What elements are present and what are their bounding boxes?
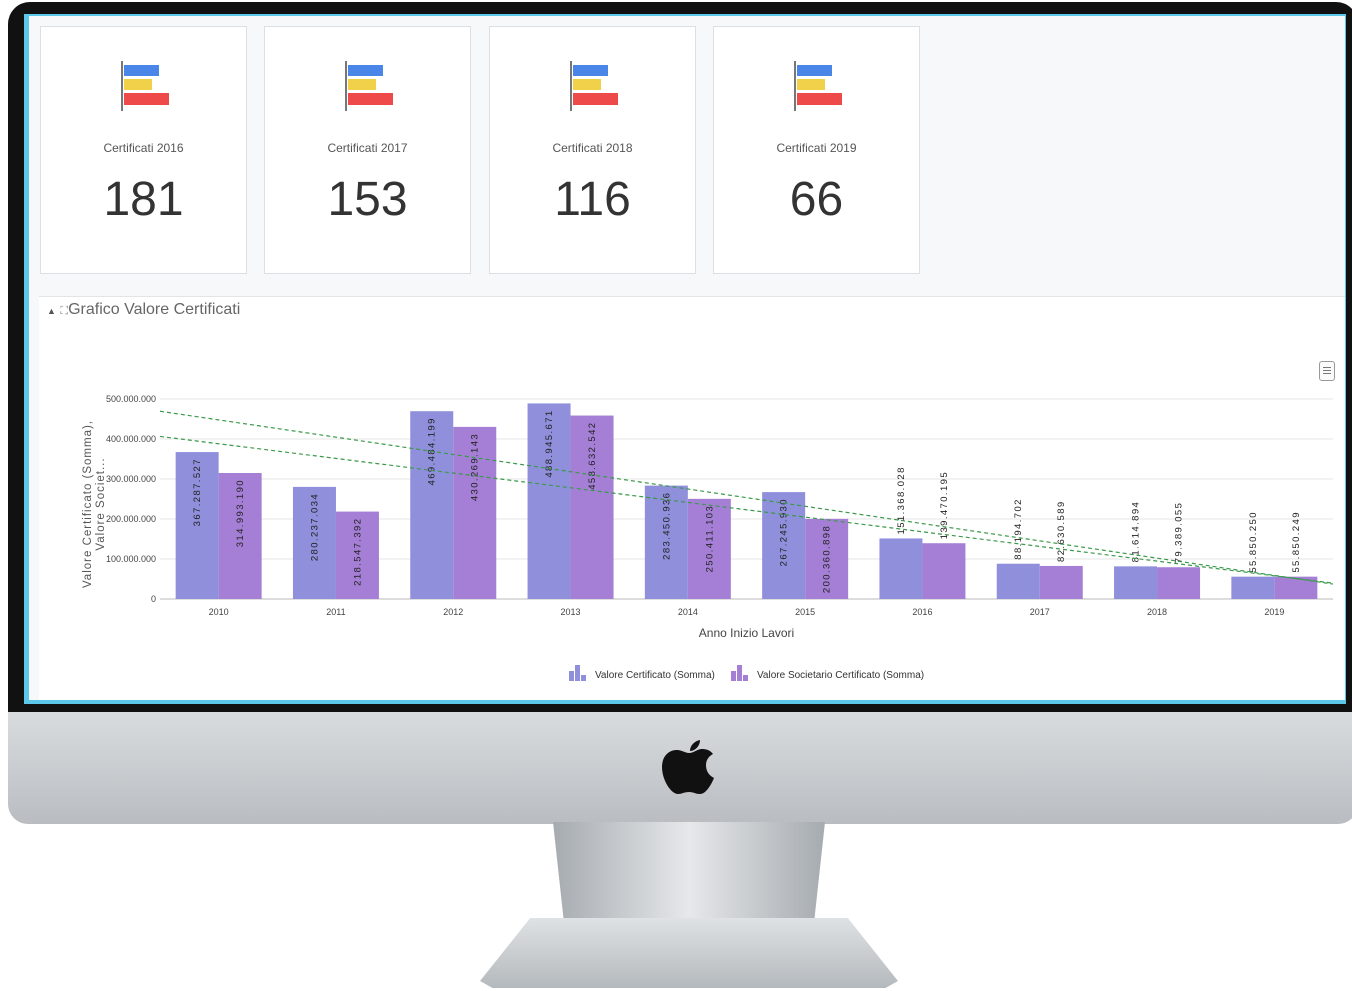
legend-item[interactable]: Valore Societario Certificato (Somma) (731, 665, 924, 681)
x-tick-label: 2013 (561, 607, 581, 617)
kpi-card-2016[interactable]: Certificati 2016 181 (40, 26, 247, 274)
dashboard: Certificati 2016 181 Certificati 2017 15… (29, 16, 1345, 700)
x-tick-label: 2016 (912, 607, 932, 617)
bar-chart-icon (570, 61, 618, 111)
legend-label: Valore Certificato (Somma) (595, 670, 715, 681)
y-tick-label: 200.000.000 (106, 514, 156, 524)
legend-bar-icon (569, 665, 586, 681)
kpi-label: Certificati 2017 (327, 141, 408, 155)
x-tick-label: 2014 (678, 607, 698, 617)
bar-chart: 0 100.000.000 200.000.000 300.000.000 400.00… (82, 394, 1334, 681)
data-label: 267.245.930 (779, 498, 790, 566)
kpi-label: Certificati 2016 (103, 141, 184, 155)
bar (1039, 565, 1083, 599)
y-tick-label: 300.000.000 (106, 474, 156, 484)
data-label: 218.547.392 (352, 518, 363, 586)
x-tick-label: 2015 (795, 607, 815, 617)
x-tick-label: 2019 (1264, 607, 1284, 617)
bar-chart-icon (345, 61, 393, 111)
kpi-value: 153 (327, 173, 408, 226)
kpi-value: 116 (554, 173, 631, 226)
bar (922, 543, 966, 599)
data-label: 458.632.542 (587, 422, 598, 490)
data-label: 79.389.055 (1174, 502, 1185, 564)
bar-chart-icon (794, 61, 842, 111)
kpi-label: Certificati 2018 (552, 141, 633, 155)
data-label: 151.368.028 (896, 466, 907, 534)
data-label: 55.850.250 (1248, 511, 1259, 573)
legend-icon-bar (743, 675, 748, 681)
apple-logo-icon (662, 740, 714, 794)
kpi-value: 181 (103, 173, 184, 226)
bar (1114, 566, 1158, 599)
data-label: 367.287.527 (192, 458, 203, 526)
bar (1231, 576, 1275, 599)
data-label: 488.945.671 (544, 409, 555, 477)
bar (1274, 576, 1318, 599)
x-tick-label: 2012 (443, 607, 463, 617)
monitor-stand (553, 822, 825, 922)
bar (1157, 567, 1201, 599)
kpi-label: Certificati 2019 (776, 141, 857, 155)
data-label: 280.237.034 (309, 493, 320, 561)
data-label: 88.194.702 (1013, 498, 1024, 560)
kpi-card-2017[interactable]: Certificati 2017 153 (264, 26, 471, 274)
data-label: 250.411.103 (704, 505, 715, 573)
y-tick-label: 500.000.000 (106, 394, 156, 404)
kpi-value: 66 (789, 173, 844, 226)
legend-icon-bar (575, 665, 580, 681)
data-label: 81.614.894 (1131, 501, 1142, 563)
kpi-card-2019[interactable]: Certificati 2019 66 (713, 26, 920, 274)
legend-item[interactable]: Valore Certificato (Somma) (569, 665, 715, 681)
legend-bar-icon (731, 665, 748, 681)
bar (879, 538, 923, 599)
y-tick-label: 100.000.000 (106, 554, 156, 564)
bar (996, 563, 1040, 599)
data-label: 430.269.143 (470, 433, 481, 501)
chart-panel: ▲ ⛶Grafico Valore Certificati 0 100.000.0… (39, 296, 1345, 700)
data-label: 82.630.589 (1056, 500, 1067, 562)
legend-icon-bar (737, 665, 742, 681)
kpi-card-2018[interactable]: Certificati 2018 116 (489, 26, 696, 274)
y-tick-label: 0 (151, 594, 156, 604)
x-tick-label: 2018 (1147, 607, 1167, 617)
data-label: 200.360.898 (822, 525, 833, 593)
bar-chart-icon (121, 61, 169, 111)
data-label: 283.450.936 (661, 492, 672, 560)
data-label: 55.850.249 (1291, 511, 1302, 573)
data-label: 139.470.195 (939, 471, 950, 539)
y-tick-label: 400.000.000 (106, 434, 156, 444)
data-label: 314.993.190 (235, 479, 246, 547)
legend-label: Valore Societario Certificato (Somma) (757, 670, 924, 681)
x-tick-label: 2017 (1030, 607, 1050, 617)
x-axis-title: Anno Inizio Lavori (699, 626, 794, 640)
x-tick-label: 2011 (326, 607, 345, 617)
monitor-stand-base (480, 918, 898, 988)
legend-icon-bar (581, 675, 586, 681)
x-tick-label: 2010 (209, 607, 229, 617)
legend-icon-bar (731, 671, 736, 681)
y-axis-title: Valore Certificato (Somma),Valore Societ… (82, 420, 107, 588)
legend-icon-bar (569, 671, 574, 681)
